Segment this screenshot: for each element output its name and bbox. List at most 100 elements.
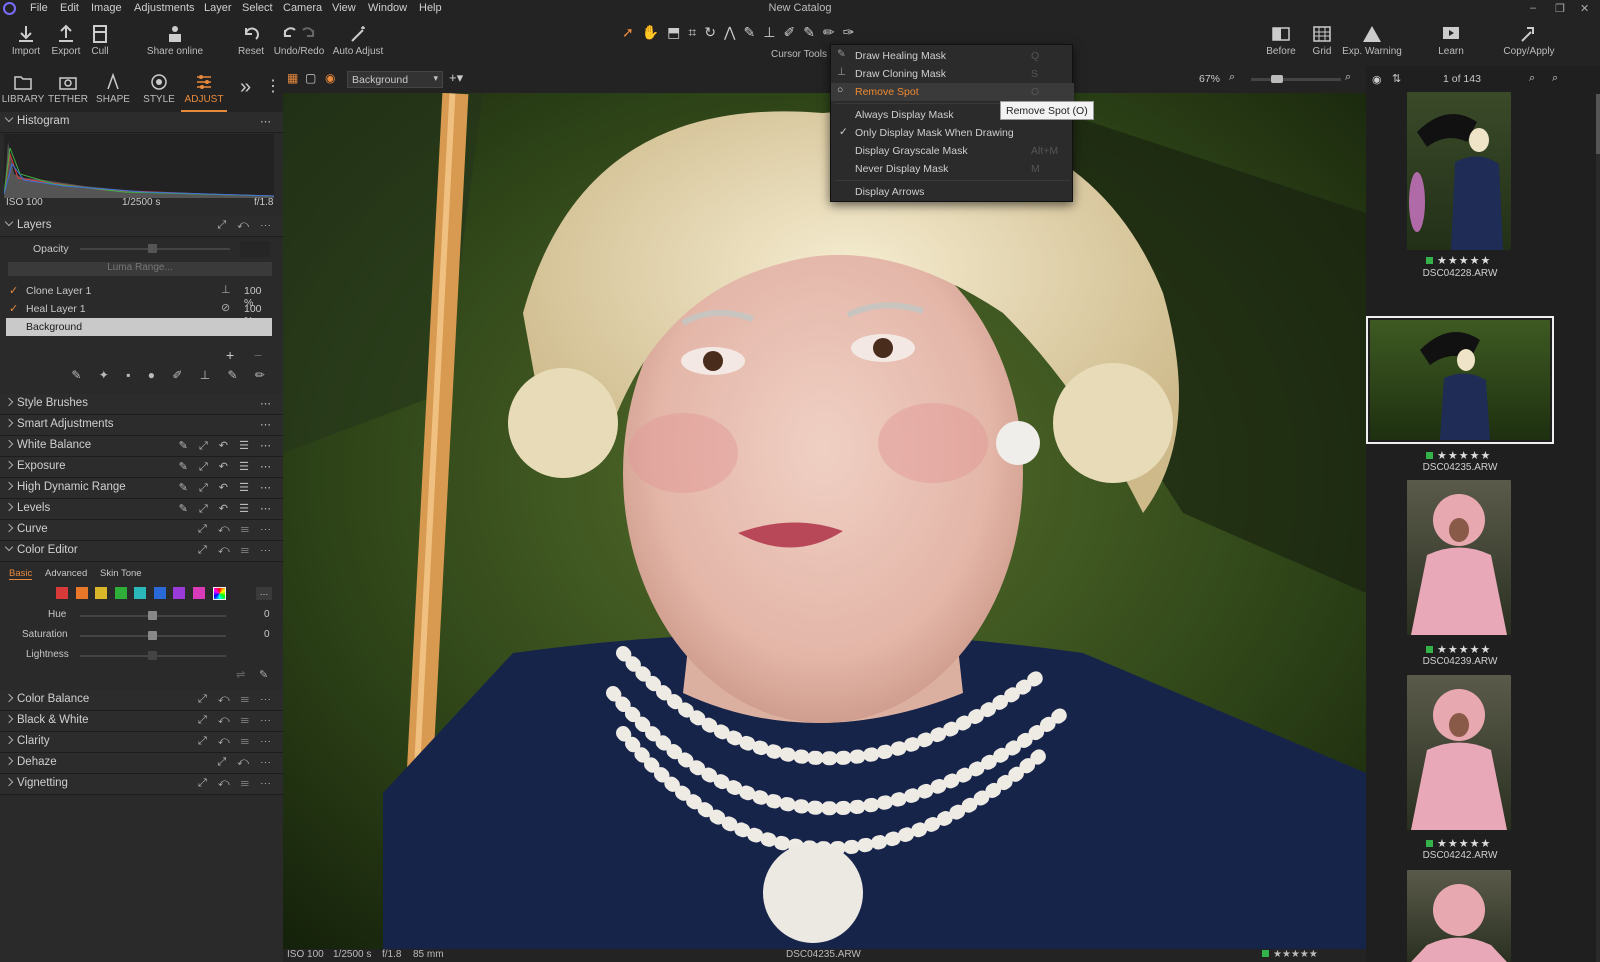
color-editor-tab-basic[interactable]: Basic	[9, 568, 33, 580]
viewer-rating[interactable]: ★★★★★	[1262, 949, 1318, 960]
menu-window[interactable]: Window	[368, 2, 407, 14]
more-icon[interactable]: ⋯	[260, 397, 275, 410]
color-picker-swatch[interactable]	[213, 587, 226, 600]
gradient-icon[interactable]: ✑	[843, 24, 863, 40]
section-icons[interactable]: ✎ ⤢ ↶ ☰ ⋯	[179, 460, 275, 474]
main-photo[interactable]	[283, 93, 1366, 949]
color-editor-header[interactable]: Color Editor ⤢ ↶ ☰ ⋯	[0, 541, 283, 562]
thumbnail-2-rating[interactable]: ★★★★★	[1426, 449, 1491, 462]
sort-icon[interactable]: ⇅	[1392, 72, 1401, 85]
menu-camera[interactable]: Camera	[283, 2, 322, 14]
curve-header[interactable]: Curve ⤢ ↶ ☰ ⋯	[0, 520, 283, 541]
thumbnail-5[interactable]	[1407, 870, 1511, 962]
color-editor-tab-skin-tone[interactable]: Skin Tone	[100, 568, 142, 579]
hue-knob[interactable]	[148, 611, 157, 620]
layer-row-background[interactable]: Background	[6, 318, 272, 336]
black-white-header[interactable]: Black & White ⤢ ↶ ☰ ⋯	[0, 711, 283, 732]
lightness-knob[interactable]	[148, 651, 157, 660]
add-layer-dropdown-icon[interactable]: +▾	[449, 70, 463, 86]
before-button[interactable]: Before	[1262, 18, 1300, 66]
thumbnail-3-rating[interactable]: ★★★★★	[1426, 643, 1491, 656]
menu-remove-spot[interactable]: ○ Remove Spot O	[831, 83, 1074, 101]
color-balance-header[interactable]: Color Balance ⤢ ↶ ☰ ⋯	[0, 690, 283, 711]
color-tag[interactable]	[1426, 646, 1433, 653]
tab-library[interactable]: LIBRARY	[0, 66, 46, 112]
browser-scrollbar-thumb[interactable]	[1596, 94, 1600, 154]
zoom-in-icon[interactable]: ⌕	[1345, 71, 1351, 84]
color-tag[interactable]	[1426, 452, 1433, 459]
color-swatch[interactable]	[192, 587, 205, 599]
more-icon[interactable]: ⋯	[260, 418, 275, 431]
close-icon[interactable]: ✕	[1580, 2, 1589, 15]
dehaze-header[interactable]: Dehaze ⤢ ↶ ⋯	[0, 753, 283, 774]
section-icons[interactable]: ⤢ ↶ ⋯	[217, 756, 275, 769]
draw-mask-icon[interactable]: ✎	[803, 24, 823, 40]
section-icons[interactable]: ✎ ⤢ ↶ ☰ ⋯	[179, 439, 275, 453]
color-tag[interactable]	[1262, 950, 1269, 957]
menu-only-display-mask[interactable]: ✓ Only Display Mask When Drawing	[831, 124, 1074, 142]
layer-select[interactable]: Background ▾	[347, 71, 443, 88]
equalizer-icon[interactable]: ⇌	[236, 668, 245, 681]
hdr-header[interactable]: High Dynamic Range ✎ ⤢ ↶ ☰ ⋯	[0, 478, 283, 499]
mask-view-icon[interactable]: ◉	[325, 71, 335, 85]
swatch-menu-button[interactable]: …	[256, 587, 272, 600]
thumbnail-4-rating[interactable]: ★★★★★	[1426, 837, 1491, 850]
tab-adjust[interactable]: ADJUST	[181, 66, 227, 112]
layers-header[interactable]: Layers ⤢ ↶ ⋯	[0, 216, 283, 237]
single-view-icon[interactable]: ▢	[305, 71, 316, 85]
minimize-icon[interactable]: –	[1530, 2, 1536, 14]
white-balance-header[interactable]: White Balance ✎ ⤢ ↶ ☰ ⋯	[0, 436, 283, 457]
brush-icon[interactable]: ✐	[783, 24, 803, 40]
thumbnail-1[interactable]	[1407, 92, 1511, 250]
erase-icon[interactable]: ✏	[823, 24, 843, 40]
vignetting-header[interactable]: Vignetting ⤢ ↶ ☰ ⋯	[0, 774, 283, 795]
color-swatch[interactable]	[114, 587, 127, 599]
thumbnail-3[interactable]	[1407, 480, 1511, 635]
color-editor-tab-advanced[interactable]: Advanced	[45, 568, 87, 579]
color-tag[interactable]	[1426, 257, 1433, 264]
select-cursor-icon[interactable]: ➚	[622, 24, 642, 40]
opacity-value-field[interactable]	[240, 241, 270, 257]
menu-never-display-mask[interactable]: Never Display Mask M	[831, 160, 1074, 178]
picker-icon[interactable]: ✎	[744, 24, 764, 40]
section-icons[interactable]: ⤢ ↶ ☰ ⋯	[198, 523, 275, 536]
reset-button[interactable]: Reset	[234, 18, 268, 66]
opacity-knob[interactable]	[148, 244, 157, 253]
rotate-icon[interactable]: ↻	[704, 24, 724, 40]
section-icons[interactable]: ⤢ ↶ ☰ ⋯	[198, 544, 275, 557]
menu-select[interactable]: Select	[242, 2, 273, 14]
menu-display-grayscale-mask[interactable]: Display Grayscale Mask Alt+M	[831, 142, 1074, 160]
color-tag[interactable]	[1426, 840, 1433, 847]
menu-draw-healing-mask[interactable]: ✎ Draw Healing Mask Q	[831, 47, 1074, 65]
layer-row-heal[interactable]: ✓ Heal Layer 1 ⊘ 100 %	[6, 300, 272, 327]
grid-button[interactable]: Grid	[1306, 18, 1338, 66]
zoom-out-icon[interactable]: ⌕	[1229, 71, 1235, 84]
share-online-button[interactable]: Share online	[140, 18, 210, 66]
menu-layer[interactable]: Layer	[204, 2, 232, 14]
grid-view-icon[interactable]: ▦	[287, 71, 298, 85]
menu-draw-cloning-mask[interactable]: ⊥ Draw Cloning Mask S	[831, 65, 1074, 83]
tab-tether[interactable]: TETHER	[45, 66, 91, 112]
color-swatch[interactable]	[173, 587, 185, 599]
keystone-icon[interactable]: ⋀	[724, 24, 743, 40]
saturation-value[interactable]: 0	[264, 629, 270, 640]
zoom-knob[interactable]	[1271, 75, 1283, 83]
levels-header[interactable]: Levels ✎ ⤢ ↶ ☰ ⋯	[0, 499, 283, 520]
menu-help[interactable]: Help	[419, 2, 442, 14]
section-icons[interactable]: ⤢ ↶ ☰ ⋯	[198, 693, 275, 706]
exposure-warning-button[interactable]: Exp. Warning	[1342, 18, 1402, 66]
section-icons[interactable]: ⤢ ↶ ☰ ⋯	[198, 735, 275, 748]
zoom-slider[interactable]	[1251, 78, 1341, 81]
thumbnail-2[interactable]	[1370, 320, 1550, 440]
eyedropper-icon[interactable]: ✎	[259, 668, 268, 681]
export-button[interactable]: Export	[46, 18, 86, 66]
section-icons[interactable]: ⤢ ↶ ☰ ⋯	[198, 714, 275, 727]
cull-button[interactable]: Cull	[84, 18, 116, 66]
menu-file[interactable]: File	[30, 2, 48, 14]
undo-redo-button[interactable]: Undo/Redo	[272, 18, 326, 66]
color-swatch[interactable]	[153, 587, 166, 599]
search-icon[interactable]: ⌕	[1529, 72, 1535, 85]
color-swatch[interactable]	[134, 587, 146, 599]
remove-layer-icon[interactable]: −	[254, 347, 262, 363]
style-brushes-header[interactable]: Style Brushes ⋯	[0, 394, 283, 415]
